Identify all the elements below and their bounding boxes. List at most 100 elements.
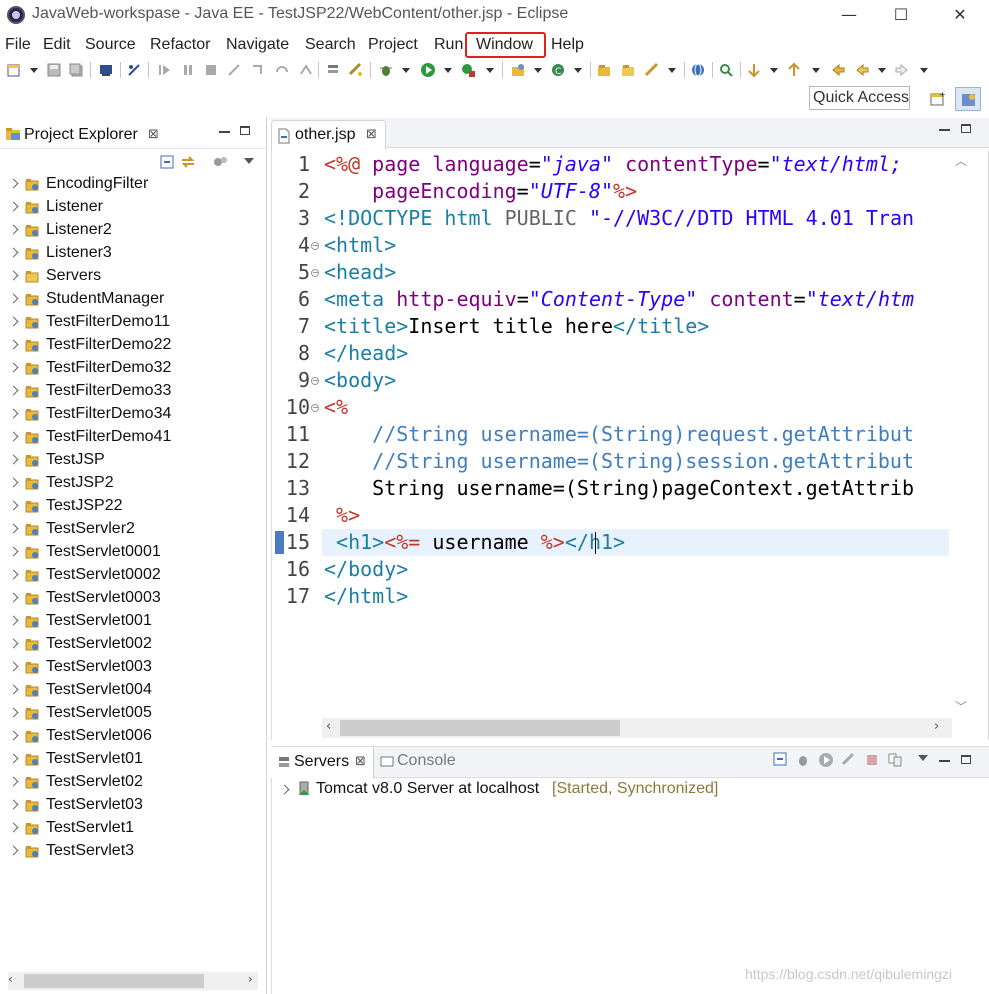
publish-server-icon[interactable] — [887, 752, 903, 768]
project-tree-item[interactable]: TestFilterDemo41 — [0, 426, 266, 449]
expand-chevron-icon[interactable] — [8, 799, 19, 810]
expand-chevron-icon[interactable] — [8, 247, 19, 258]
servers-tab[interactable]: Servers ⊠ — [271, 747, 374, 778]
editor-scrollbar-thumb[interactable] — [340, 720, 620, 736]
menu-navigate[interactable]: Navigate — [226, 36, 289, 54]
maximize-view-icon[interactable] — [961, 755, 971, 764]
expand-chevron-icon[interactable] — [8, 592, 19, 603]
web-browser-icon[interactable] — [690, 62, 706, 78]
fold-toggle-icon[interactable]: − — [311, 269, 319, 277]
task-dropdown-icon[interactable] — [668, 68, 676, 73]
project-tree-item[interactable]: TestServlet3 — [0, 840, 266, 863]
expand-chevron-icon[interactable] — [8, 730, 19, 741]
expand-chevron-icon[interactable] — [8, 178, 19, 189]
previous-annotation-dropdown-icon[interactable] — [812, 68, 820, 73]
new-dropdown-icon[interactable] — [30, 68, 38, 73]
forward-dropdown-icon[interactable] — [920, 68, 928, 73]
next-annotation-icon[interactable] — [746, 62, 762, 78]
expand-chevron-icon[interactable] — [8, 569, 19, 580]
menu-edit[interactable]: Edit — [43, 36, 71, 54]
minimize-view-icon[interactable] — [219, 131, 230, 133]
code-line[interactable]: <head> — [324, 260, 950, 284]
code-line[interactable]: String username=(String)pageContext.getA… — [324, 476, 950, 500]
scroll-up-icon[interactable]: ︿ — [955, 152, 967, 169]
code-line[interactable]: </head> — [324, 341, 950, 365]
debug-icon[interactable] — [378, 62, 394, 78]
project-tree-item[interactable]: Listener2 — [0, 219, 266, 242]
project-tree-item[interactable]: TestFilterDemo22 — [0, 334, 266, 357]
code-line[interactable]: </body> — [324, 557, 950, 581]
forward-icon[interactable] — [894, 62, 910, 78]
editor-tab-other-jsp[interactable]: other.jsp ⊠ — [271, 120, 386, 150]
project-tree-item[interactable]: TestServlet01 — [0, 748, 266, 771]
project-tree-item[interactable]: TestServlet0003 — [0, 587, 266, 610]
project-tree-item[interactable]: Servers — [0, 265, 266, 288]
new-project-dropdown-icon[interactable] — [534, 68, 542, 73]
previous-annotation-icon[interactable] — [786, 62, 802, 78]
code-line[interactable]: <h1><%= username %></h1> — [324, 530, 950, 554]
scroll-left-icon[interactable]: ‹ — [326, 719, 331, 734]
expand-chevron-icon[interactable] — [8, 845, 19, 856]
expand-chevron-icon[interactable] — [8, 707, 19, 718]
new-java-project-icon[interactable] — [510, 62, 526, 78]
expand-chevron-icon[interactable] — [8, 661, 19, 672]
java-ee-perspective-button[interactable] — [955, 87, 981, 111]
fold-toggle-icon[interactable]: − — [311, 242, 319, 250]
open-task-icon[interactable] — [644, 62, 660, 78]
project-tree-item[interactable]: TestServlet0001 — [0, 541, 266, 564]
suspend-icon[interactable] — [180, 62, 196, 78]
expand-chevron-icon[interactable] — [8, 385, 19, 396]
expand-chevron-icon[interactable] — [8, 776, 19, 787]
search-icon[interactable] — [718, 62, 734, 78]
build-icon[interactable] — [348, 62, 364, 78]
fold-toggle-icon[interactable]: − — [311, 377, 319, 385]
minimize-button[interactable]: — — [826, 2, 872, 28]
quick-access-input[interactable]: Quick Access — [809, 86, 910, 110]
filters-icon[interactable] — [213, 155, 229, 169]
expand-chevron-icon[interactable] — [8, 546, 19, 557]
project-tree-item[interactable]: TestServlet003 — [0, 656, 266, 679]
close-icon[interactable]: ⊠ — [148, 127, 159, 142]
menu-project[interactable]: Project — [368, 36, 418, 54]
code-line[interactable]: //String username=(String)session.getAtt… — [324, 449, 950, 473]
project-tree-item[interactable]: TestJSP22 — [0, 495, 266, 518]
project-tree-item[interactable]: TestServlet02 — [0, 771, 266, 794]
code-line[interactable]: <%@ page language="java" contentType="te… — [324, 152, 950, 176]
disconnect-icon[interactable] — [226, 62, 242, 78]
project-tree-item[interactable]: Listener3 — [0, 242, 266, 265]
project-tree-item[interactable]: TestFilterDemo34 — [0, 403, 266, 426]
step-into-icon[interactable] — [250, 62, 266, 78]
expand-chevron-icon[interactable] — [8, 224, 19, 235]
expand-chevron-icon[interactable] — [8, 822, 19, 833]
new-icon[interactable] — [6, 62, 22, 78]
project-tree-item[interactable]: TestServlet002 — [0, 633, 266, 656]
menu-search[interactable]: Search — [305, 36, 356, 54]
open-perspective-icon[interactable]: + — [929, 90, 947, 108]
close-icon[interactable]: ⊠ — [366, 127, 377, 142]
maximize-button[interactable]: ☐ — [878, 2, 924, 28]
project-tree-item[interactable]: TestJSP2 — [0, 472, 266, 495]
project-tree-item[interactable]: TestServlet03 — [0, 794, 266, 817]
view-menu-icon[interactable] — [244, 158, 254, 164]
editor-vertical-scrollbar[interactable] — [949, 150, 973, 716]
project-tree-item[interactable]: TestServlet0002 — [0, 564, 266, 587]
project-tree-item[interactable]: TestServlet006 — [0, 725, 266, 748]
debug-dropdown-icon[interactable] — [402, 68, 410, 73]
expand-chevron-icon[interactable] — [8, 362, 19, 373]
collapse-all-icon[interactable] — [773, 752, 787, 766]
step-return-icon[interactable] — [298, 62, 314, 78]
next-annotation-dropdown-icon[interactable] — [770, 68, 778, 73]
run-external-dropdown-icon[interactable] — [486, 68, 494, 73]
minimize-view-icon[interactable] — [939, 760, 950, 762]
menu-run[interactable]: Run — [434, 36, 463, 54]
start-server-icon[interactable] — [818, 752, 834, 768]
step-over-icon[interactable] — [274, 62, 290, 78]
expand-chevron-icon[interactable] — [8, 316, 19, 327]
expand-chevron-icon[interactable] — [8, 615, 19, 626]
expand-chevron-icon[interactable] — [8, 293, 19, 304]
view-menu-icon[interactable] — [918, 755, 928, 761]
new-server-icon[interactable] — [325, 62, 341, 78]
maximize-editor-icon[interactable] — [961, 124, 971, 133]
scroll-right-icon[interactable]: › — [248, 972, 253, 986]
project-tree-item[interactable]: TestServlet004 — [0, 679, 266, 702]
